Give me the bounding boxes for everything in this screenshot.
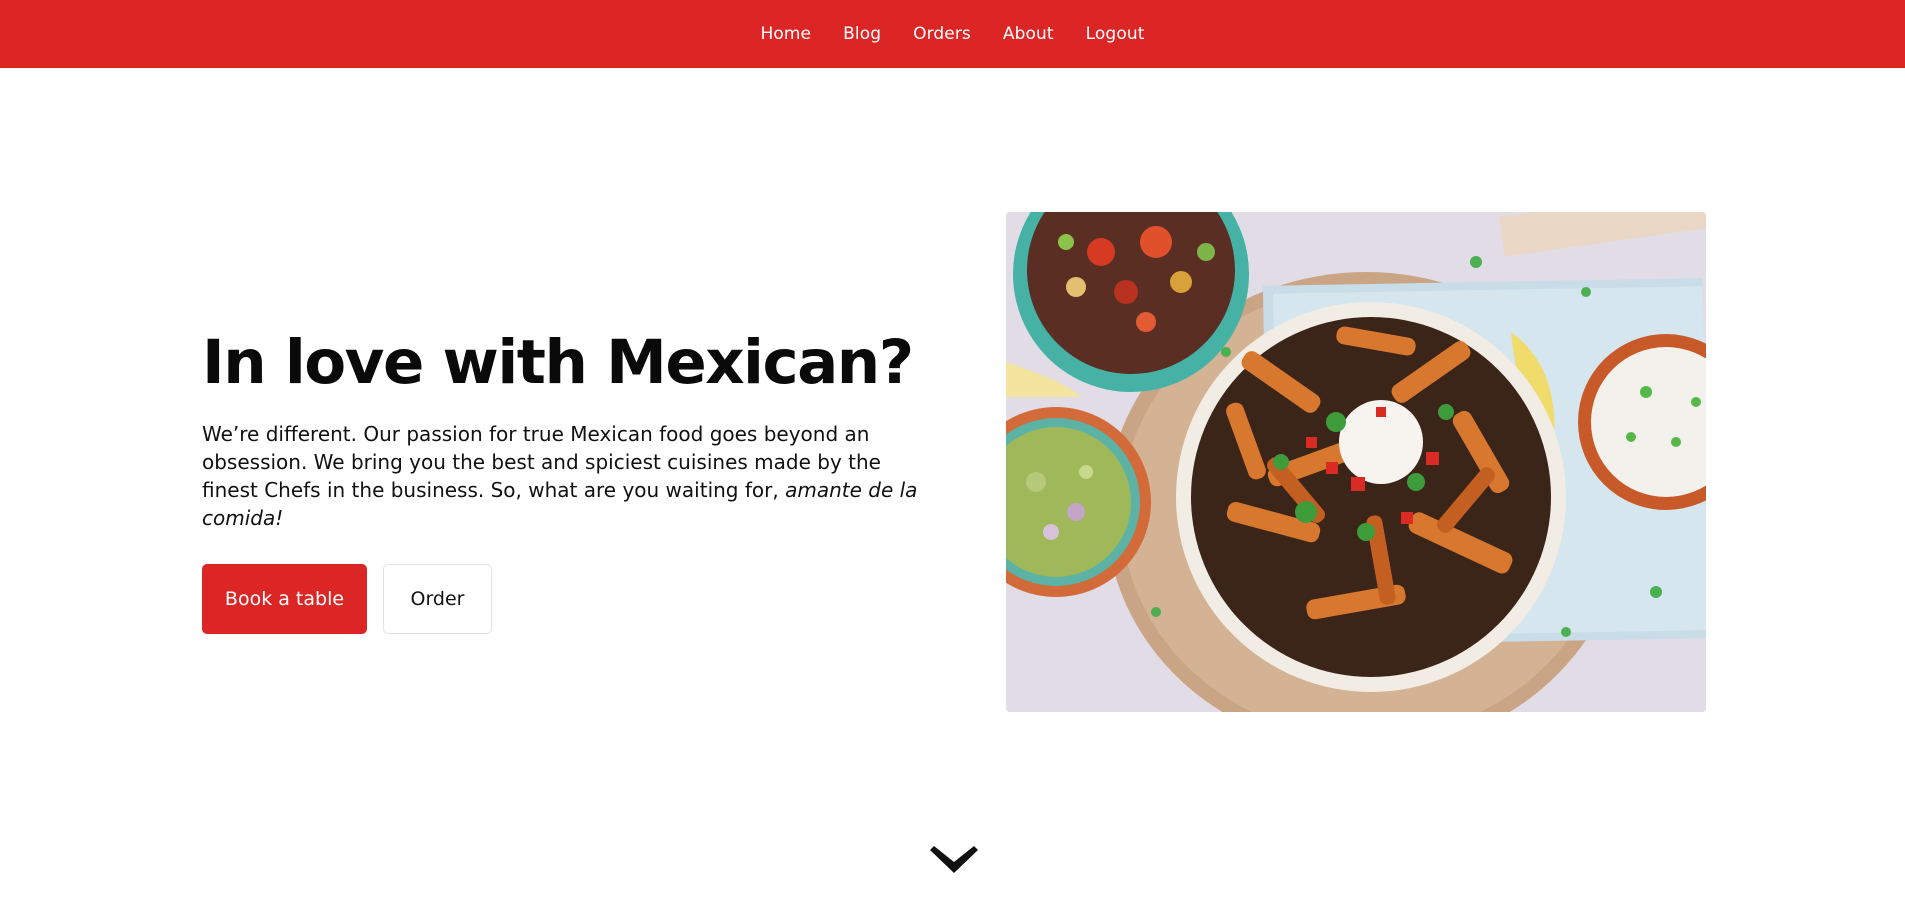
hero-food-image <box>1006 212 1706 712</box>
nav-blog-link[interactable]: Blog <box>827 0 897 68</box>
top-navigation: Home Blog Orders About Logout <box>0 0 1905 68</box>
food-bowl-photo <box>1006 212 1706 712</box>
nav-orders-link[interactable]: Orders <box>897 0 987 68</box>
hero-button-row: Book a table Order <box>202 564 942 634</box>
nav-home-link[interactable]: Home <box>745 0 828 68</box>
nav-about-link[interactable]: About <box>987 0 1070 68</box>
nav-logout-link[interactable]: Logout <box>1070 0 1161 68</box>
order-button[interactable]: Order <box>383 564 492 634</box>
chevron-down-icon <box>930 846 978 873</box>
hero-description-text: We’re different. Our passion for true Me… <box>202 422 881 502</box>
hero-section: In love with Mexican? We’re different. O… <box>202 326 942 634</box>
hero-description: We’re different. Our passion for true Me… <box>202 420 932 532</box>
hero-title: In love with Mexican? <box>202 327 914 398</box>
scroll-down-button[interactable] <box>928 846 980 876</box>
book-table-button[interactable]: Book a table <box>202 564 367 634</box>
